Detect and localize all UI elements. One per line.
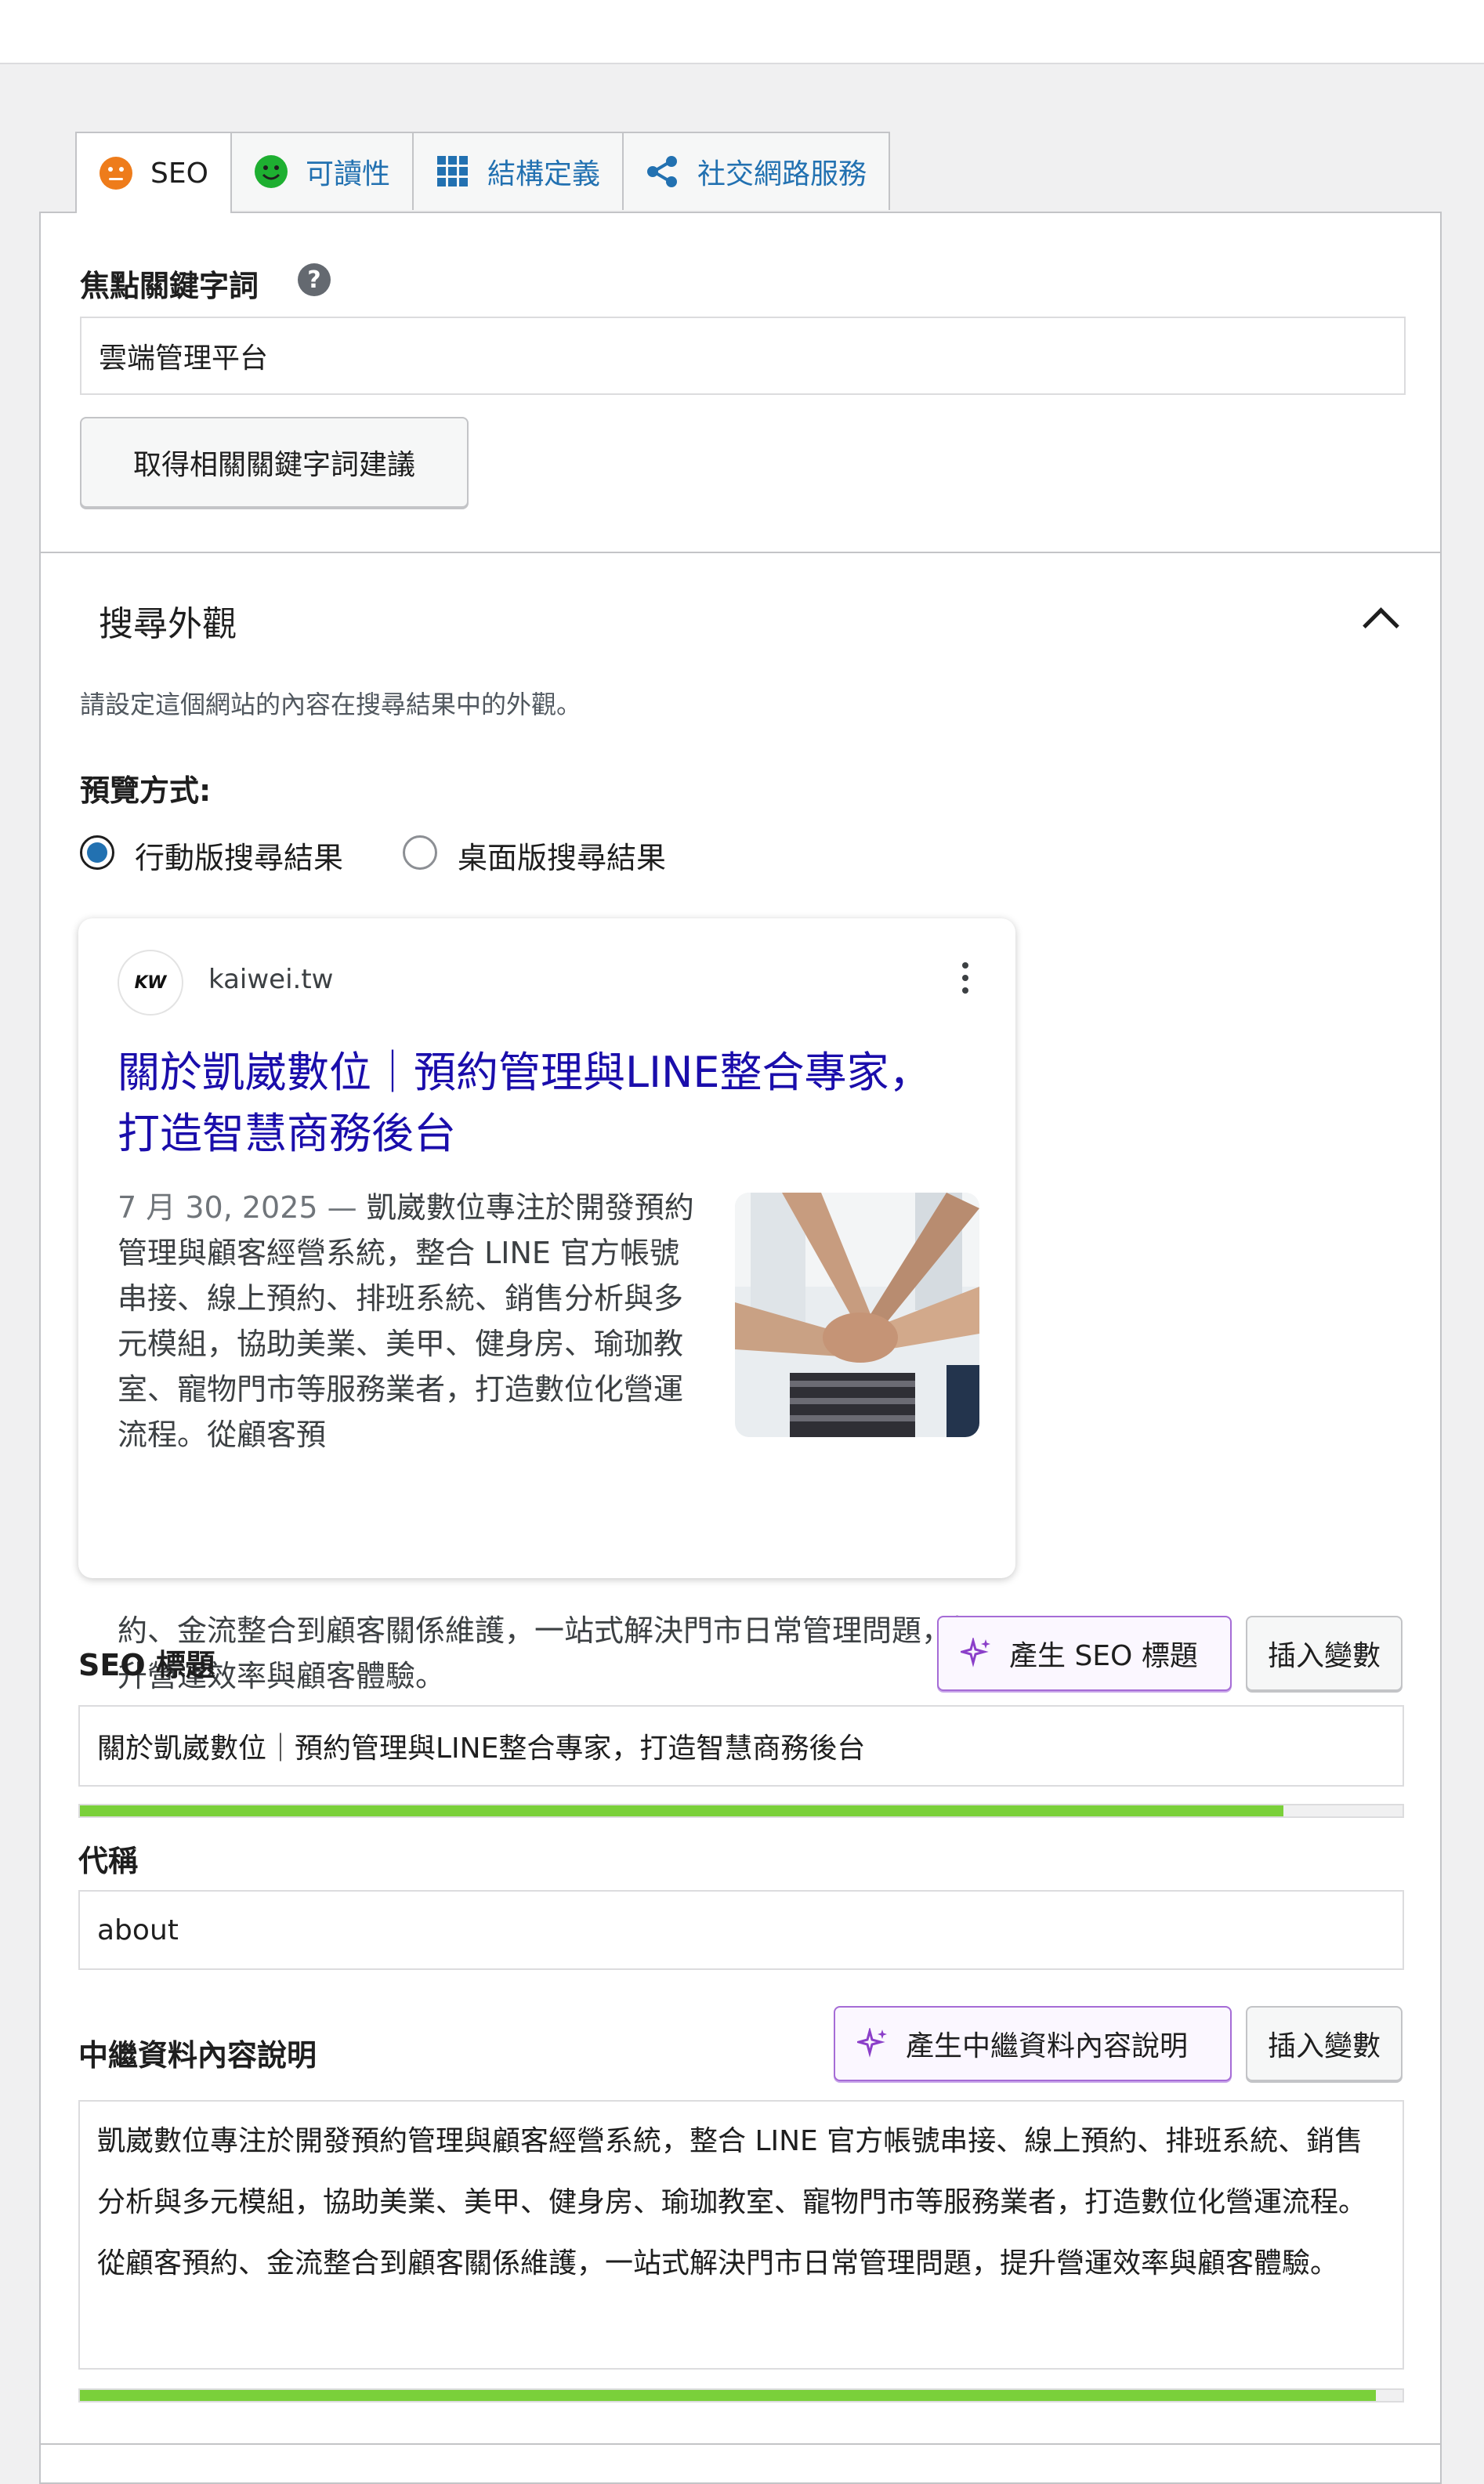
generate-seo-title-label: 產生 SEO 標題 <box>1009 1640 1198 1672</box>
seo-title-progress-fill <box>80 1805 1284 1816</box>
tab-readability[interactable]: 可讀性 <box>230 132 414 210</box>
preview-snippet-top: 7 月 30, 2025 — 凱崴數位專注於開發預約管理與顧客經營系統，整合 L… <box>118 1185 697 1457</box>
meta-description-textarea[interactable]: 凱崴數位專注於開發預約管理與顧客經營系統，整合 LINE 官方帳號串接、線上預約… <box>78 2100 1404 2370</box>
mobile-preview-radio[interactable] <box>80 835 114 870</box>
tab-seo-label: SEO <box>150 157 208 190</box>
tab-social[interactable]: 社交網路服務 <box>621 132 890 210</box>
generate-seo-title-button[interactable]: 產生 SEO 標題 <box>937 1616 1232 1691</box>
divider <box>41 552 1440 553</box>
search-appearance-description: 請設定這個網站的內容在搜尋結果中的外觀。 <box>80 690 582 719</box>
help-icon[interactable]: ? <box>298 263 331 296</box>
mobile-preview-label[interactable]: 行動版搜尋結果 <box>135 834 343 877</box>
generate-meta-description-button[interactable]: 產生中繼資料內容說明 <box>834 2006 1232 2081</box>
divider <box>39 2443 1442 2445</box>
meta-description-length-progress <box>78 2388 1404 2403</box>
sparkles-icon <box>857 2028 887 2058</box>
readability-score-icon <box>254 155 288 188</box>
meta-description-label: 中繼資料內容說明 <box>78 2038 317 2073</box>
more-options-icon <box>962 962 968 994</box>
share-icon <box>646 156 677 187</box>
chevron-up-icon[interactable] <box>1363 607 1399 644</box>
preview-title: 關於凱崴數位｜預約管理與LINE整合專家，打造智慧商務後台 <box>118 1048 932 1158</box>
preview-thumbnail <box>735 1193 979 1437</box>
team-hands-image <box>735 1193 979 1437</box>
seo-score-icon <box>100 157 132 190</box>
grid-icon <box>436 156 468 186</box>
related-keyphrases-button[interactable]: 取得相關關鍵字詞建議 <box>80 417 469 508</box>
metabox-tabs: SEO 可讀性 結構定義 社交網路服務 <box>75 132 890 213</box>
tab-seo[interactable]: SEO <box>75 132 232 213</box>
generate-meta-description-label: 產生中繼資料內容說明 <box>906 2030 1189 2062</box>
admin-top-bar <box>0 0 1484 64</box>
preview-date: 7 月 30, 2025 — <box>118 1190 357 1225</box>
seo-title-length-progress <box>78 1804 1404 1818</box>
slug-label: 代稱 <box>78 1844 139 1878</box>
tab-social-label: 社交網路服務 <box>697 158 867 190</box>
site-url: kaiwei.tw <box>208 964 334 995</box>
search-appearance-heading[interactable]: 搜尋外觀 <box>99 596 237 646</box>
seo-title-input[interactable]: 關於凱崴數位｜預約管理與LINE整合專家，打造智慧商務後台 <box>78 1705 1404 1787</box>
google-preview-card: KW kaiwei.tw 關於凱崴數位｜預約管理與LINE整合專家，打造智慧商務… <box>78 918 1015 1693</box>
focus-keyphrase-label: 焦點關鍵字詞 <box>80 269 259 303</box>
sparkles-icon <box>961 1638 990 1667</box>
tab-readability-label: 可讀性 <box>305 158 390 190</box>
tab-schema[interactable]: 結構定義 <box>411 132 624 210</box>
seo-title-label: SEO 標題 <box>78 1648 215 1682</box>
preview-snippet-part2: 約、金流整合到顧客關係維護，一站式解決門市日常管理問題，提升營運效率與顧客體驗。 <box>118 1613 982 1693</box>
slug-input[interactable]: about <box>78 1890 1404 1970</box>
desktop-preview-radio[interactable] <box>403 835 437 870</box>
focus-keyphrase-input[interactable]: 雲端管理平台 <box>80 317 1406 395</box>
preview-snippet-part1: 凱崴數位專注於開發預約管理與顧客經營系統，整合 LINE 官方帳號串接、線上預約… <box>118 1190 694 1452</box>
preview-mode-label: 預覽方式: <box>80 773 212 808</box>
seo-title-insert-variable-button[interactable]: 插入變數 <box>1246 1616 1403 1691</box>
meta-description-progress-fill <box>80 2390 1377 2401</box>
tab-schema-label: 結構定義 <box>487 158 600 190</box>
desktop-preview-label[interactable]: 桌面版搜尋結果 <box>458 834 666 877</box>
meta-description-insert-variable-button[interactable]: 插入變數 <box>1246 2006 1403 2081</box>
site-favicon: KW <box>118 950 183 1016</box>
